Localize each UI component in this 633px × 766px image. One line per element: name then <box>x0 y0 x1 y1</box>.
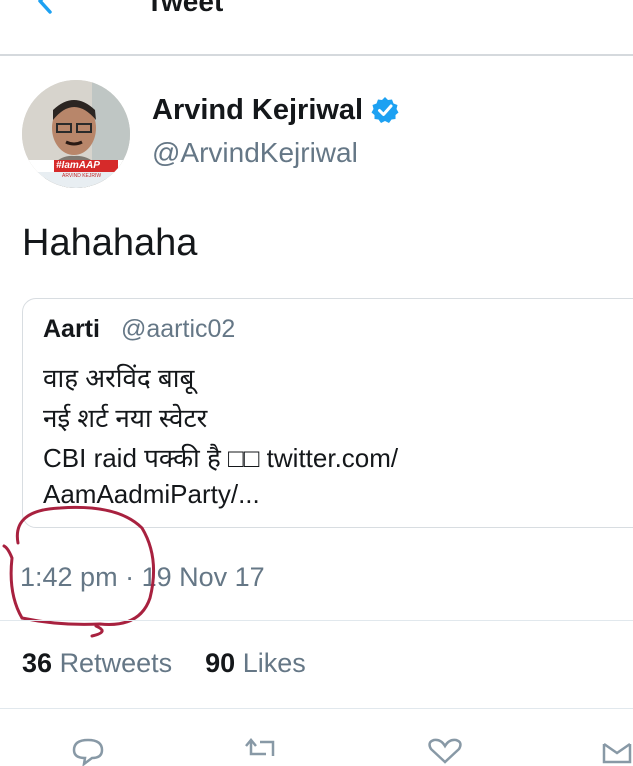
quoted-text-line: नई शर्ट नया स्वेटर <box>43 403 208 433</box>
avatar-caption: ARVIND KEJRIW <box>62 173 102 179</box>
avatar-badge: #IamAAP <box>56 160 100 171</box>
likes-stat[interactable]: 90 Likes <box>205 648 306 678</box>
quoted-text-line: CBI raid पक्की है □□ twitter.com/ <box>43 443 399 473</box>
author-name[interactable]: Arvind Kejriwal <box>152 94 363 127</box>
page-title: Tweet <box>146 0 224 17</box>
reply-icon[interactable] <box>66 736 110 766</box>
retweet-icon[interactable] <box>240 736 284 766</box>
tweet-text: Hahahaha <box>22 222 198 264</box>
verified-icon <box>371 97 399 123</box>
retweets-label: Retweets <box>59 648 173 678</box>
quoted-tweet-card[interactable]: Aarti @aartic02 वाह अरविंद बाबू नई शर्ट … <box>22 298 633 528</box>
divider <box>0 708 633 709</box>
quoted-text-line: वाह अरविंद बाबू <box>43 363 195 393</box>
share-icon[interactable] <box>598 736 633 766</box>
likes-label: Likes <box>242 648 306 678</box>
chevron-left-icon[interactable] <box>30 0 60 16</box>
quoted-author-name: Aarti <box>43 315 100 343</box>
avatar[interactable]: #IamAAP ARVIND KEJRIW <box>22 80 130 188</box>
retweets-count: 36 <box>22 648 53 678</box>
divider <box>0 620 633 621</box>
author-handle[interactable]: @ArvindKejriwal <box>152 137 358 169</box>
retweets-stat[interactable]: 36 Retweets <box>22 648 180 678</box>
quoted-author-handle: @aartic02 <box>121 315 236 343</box>
top-bar: Tweet <box>0 0 633 56</box>
likes-count: 90 <box>205 648 236 678</box>
annotation-circle <box>2 505 156 638</box>
like-icon[interactable] <box>423 736 467 766</box>
engagement-stats: 36 Retweets 90 Likes <box>22 648 306 679</box>
